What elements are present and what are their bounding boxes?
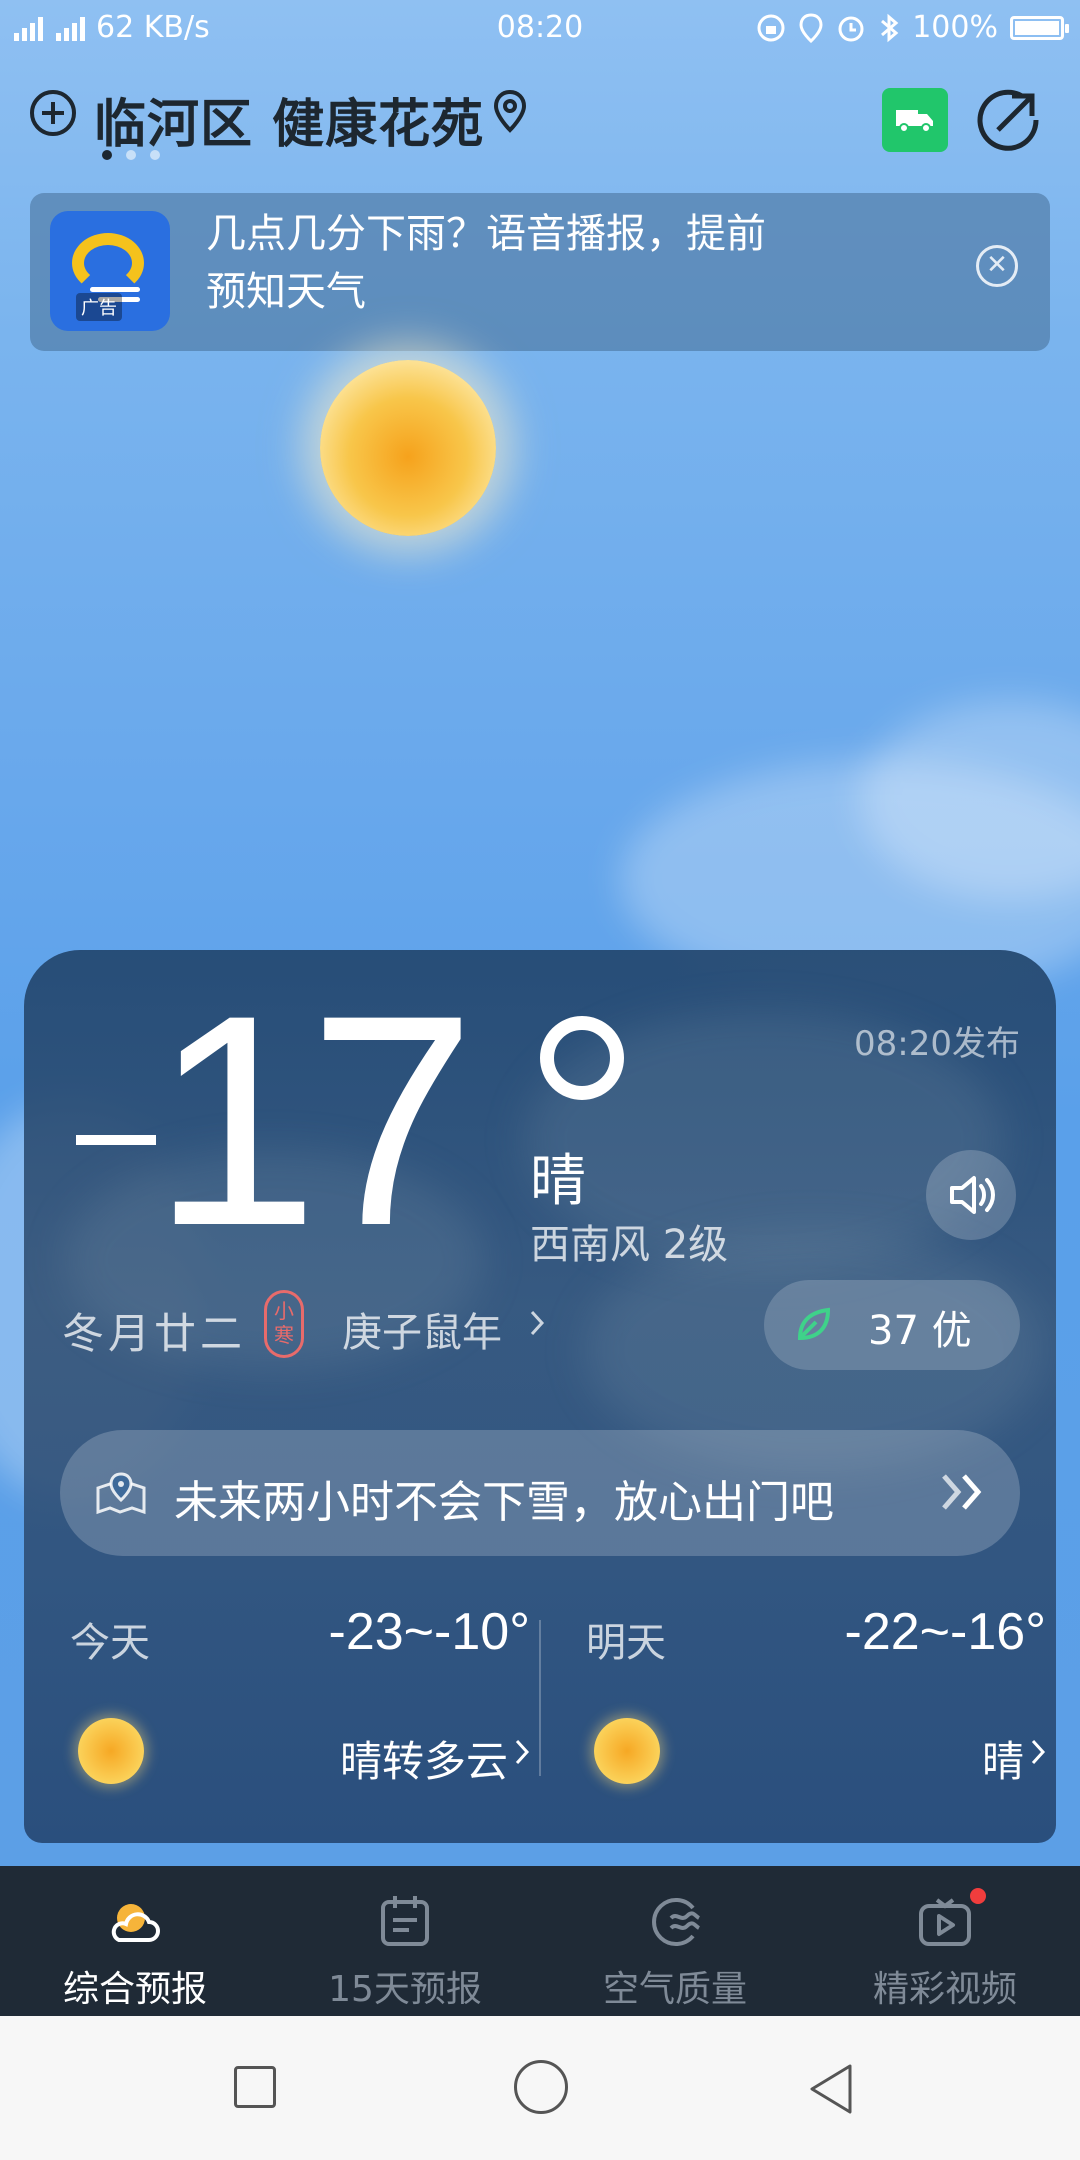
video-play-icon: [919, 1898, 971, 1946]
status-bar: 62 KB/s 08:20 100%: [0, 0, 1080, 56]
forecast-condition: 晴转多云: [339, 1737, 508, 1786]
forecast-today[interactable]: 今天 -23~-10° 晴转多云: [70, 1603, 530, 1810]
speaker-icon: [950, 1176, 995, 1214]
wind-info: 西南风 2级: [530, 1222, 729, 1268]
battery-icon: [1010, 15, 1069, 40]
tab-overview[interactable]: 综合预报: [0, 1866, 270, 2016]
forecast-condition: 晴: [981, 1737, 1024, 1786]
tab-label: 综合预报: [62, 1969, 207, 2010]
sun-icon: [78, 1718, 144, 1784]
degree-symbol: [540, 1016, 624, 1100]
forecast-day-label: 今天: [70, 1620, 150, 1666]
zodiac-year-link[interactable]: 庚子鼠年: [342, 1300, 502, 1358]
solar-term-badge: 小寒: [264, 1290, 304, 1358]
ad-tag: 广告: [76, 293, 122, 321]
leaf-icon: [797, 1307, 831, 1341]
alarm-icon: [838, 16, 864, 41]
bluetooth-icon: [881, 13, 899, 42]
ad-app-logo: 广告: [50, 211, 170, 331]
truck-button[interactable]: [882, 88, 948, 152]
location-title[interactable]: 临河区 健康花苑: [94, 82, 484, 157]
close-icon[interactable]: ✕: [976, 245, 1018, 287]
back-triangle-icon[interactable]: [806, 2062, 856, 2116]
map-pin-icon: [96, 1472, 146, 1515]
add-city-icon[interactable]: [30, 90, 76, 136]
tab-air-quality[interactable]: 空气质量: [540, 1866, 810, 2016]
forecast-day-label: 明天: [586, 1620, 666, 1666]
wind-wave-icon: [652, 1898, 701, 1946]
bottom-tab-bar: 综合预报 15天预报 空气质量 精彩视频: [0, 1866, 1080, 2016]
system-nav-bar: [0, 2016, 1080, 2160]
tab-label: 15天预报: [328, 1969, 482, 2010]
forecast-tomorrow[interactable]: 明天 -22~-16° 晴: [586, 1603, 1046, 1810]
sun-icon: [594, 1718, 660, 1784]
current-temperature: 17: [152, 952, 476, 1288]
publish-time: 08:20发布: [854, 1024, 1020, 1064]
chevron-right-icon: [1031, 1739, 1046, 1765]
tab-15day[interactable]: 15天预报: [270, 1866, 540, 2016]
lunar-date: 冬月廿二: [62, 1309, 247, 1358]
calendar-icon: [381, 1896, 429, 1946]
forecast-temp-range: -22~-16°: [844, 1603, 1046, 1661]
sun-cloud-icon: [111, 1904, 160, 1942]
sun-illustration: [320, 360, 496, 536]
voice-broadcast-button[interactable]: [926, 1150, 1016, 1240]
notification-dot: [970, 1888, 986, 1904]
weather-card: 17 08:20发布 晴 西南风 2级 冬月廿二 小寒 庚子鼠年 37 优 未来…: [24, 950, 1056, 1843]
home-button[interactable]: [514, 2060, 568, 2114]
precipitation-alert[interactable]: 未来两小时不会下雪，放心出门吧: [60, 1430, 1020, 1556]
current-condition: 晴: [530, 1149, 586, 1214]
tab-label: 精彩视频: [872, 1969, 1017, 2010]
weather-screen: 62 KB/s 08:20 100% 临河区 健康花苑 广告 几点几分下雨？语音…: [0, 0, 1080, 1866]
tab-label: 空气质量: [602, 1969, 747, 2010]
ad-text: 几点几分下雨？语音播报，提前预知天气: [206, 211, 766, 315]
temperature-sign: [76, 1135, 156, 1145]
double-chevron-icon: [942, 1474, 982, 1510]
location-icon: [799, 12, 823, 43]
share-icon[interactable]: [976, 86, 1042, 152]
page-indicator: [102, 150, 160, 160]
ad-banner[interactable]: 广告 几点几分下雨？语音播报，提前预知天气 ✕: [30, 193, 1050, 351]
forecast-temp-range: -23~-10°: [328, 1603, 530, 1661]
truck-icon: [896, 110, 933, 133]
recent-apps-button[interactable]: [234, 2066, 276, 2108]
divider: [539, 1620, 541, 1776]
chevron-right-icon: [530, 1310, 545, 1336]
aqi-value: 37 优: [868, 1308, 972, 1354]
alert-text: 未来两小时不会下雪，放心出门吧: [174, 1477, 834, 1528]
tab-videos[interactable]: 精彩视频: [810, 1866, 1080, 2016]
battery-percent: 100%: [912, 10, 998, 45]
aqi-button[interactable]: 37 优: [764, 1280, 1020, 1370]
lock-rotation-icon: [757, 14, 785, 41]
header: 临河区 健康花苑: [0, 78, 1080, 168]
location-pin-icon[interactable]: [490, 88, 530, 136]
chevron-right-icon: [515, 1739, 530, 1765]
